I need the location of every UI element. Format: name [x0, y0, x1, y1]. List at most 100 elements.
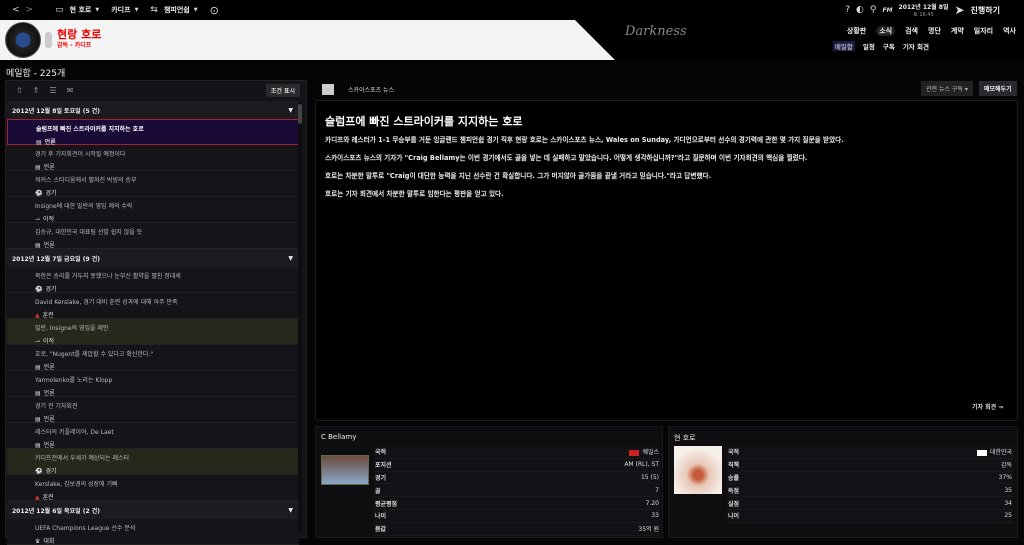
inbox-item[interactable]: 북한은 승리를 거두지 못했으나 눈부신 활약을 펼친 정대세 ⚽ 경기 [7, 267, 299, 293]
club-menu[interactable]: 카디프 [111, 5, 130, 15]
player-panel: C Bellamy 국적 웨일스 포지션 AM (RL), ST 경기 15 (5) 골 7 평… [315, 426, 663, 538]
group-label: 2012년 12월 7일 금요일 (9 건) [12, 255, 100, 263]
inbox-item[interactable]: 밀란, Insigne의 영입을 제안 ⇀ 이적 [7, 319, 299, 345]
globe-icon[interactable]: ◐ [856, 5, 864, 15]
collapse-icon[interactable]: ▼ [288, 507, 293, 514]
inbox-item[interactable]: Yarmolenko를 노리는 Klopp ▤ 언론 [7, 371, 299, 397]
chevron-down-icon[interactable]: ▼ [194, 7, 198, 13]
stat-value: 7.20 [645, 499, 659, 507]
inbox-item[interactable]: 워커스 스타디움에서 펼쳐진 박빙의 승부 ⚽ 경기 [7, 171, 299, 197]
chevron-down-icon[interactable]: ▼ [135, 7, 139, 13]
inbox-item[interactable]: 경기 전 기자회견 ▤ 언론 [7, 397, 299, 423]
inbox-item-title: 호로, "Nugent를 제압할 수 있다고 확신한다." [35, 351, 154, 358]
cone-icon: ▲ [35, 494, 40, 501]
nav-overview[interactable]: 상황판 [847, 26, 866, 36]
transfer-icon: ⇀ [35, 338, 41, 345]
inbox-item[interactable]: 경기 후 기자회견이 시작될 예정이다 ▤ 언론 [7, 145, 299, 171]
nav-jobs[interactable]: 일자리 [974, 26, 993, 36]
scroll-thumb[interactable] [298, 104, 302, 124]
fm-icon[interactable]: FM [882, 7, 892, 14]
inbox-item[interactable]: David Kerslake, 경기 대비 훈련 성과에 대해 아주 만족 ▲ 훈련 [7, 293, 299, 319]
inbox-item[interactable]: 슬럼프에 빠진 스트라이커를 지지하는 호로 ▤ 언론 [7, 119, 299, 146]
chevron-down-icon[interactable]: ▼ [95, 7, 99, 13]
player-stats: 국적 웨일스 포지션 AM (RL), ST 경기 15 (5) 골 7 평균평점 7.20 나이 3… [374, 446, 660, 536]
subscribe-dropdown[interactable]: 관련 뉴스 구독 ▾ [921, 81, 973, 96]
news-article: 슬럼프에 빠진 스트라이커를 지지하는 호로 카디프와 레스터가 1-1 무승부… [315, 100, 1018, 421]
continue-button[interactable]: 진행하기 [971, 5, 1000, 16]
inbox-group-header[interactable]: 2012년 12월 7일 금요일 (9 건) ▼ [7, 249, 299, 267]
double-up-icon[interactable]: ⇑ [33, 86, 40, 95]
nav-search[interactable]: 검색 [905, 26, 918, 36]
group-label: 2012년 12월 6일 목요일 (2 건) [12, 507, 100, 515]
inbox-item-category: 언론 [43, 364, 55, 371]
tab-subscriptions[interactable]: 구독 [883, 41, 895, 51]
stat-label: 직책 [728, 462, 740, 470]
collapse-icon[interactable]: ▼ [288, 255, 293, 262]
inbox-item[interactable]: Insigne에 대한 밀란의 영입 제의 수락 ⇀ 이적 [7, 197, 299, 223]
ball-icon: ⚽ [35, 286, 43, 293]
help-icon[interactable]: ? [845, 5, 850, 15]
inbox-item[interactable]: Kerslake, 김보경의 성장에 기뻐 ▲ 훈련 [7, 475, 299, 501]
stat-row: 평균평점 7.20 [374, 497, 660, 510]
tab-press-conference[interactable]: 기자 회견 [903, 41, 929, 51]
nav-squad[interactable]: 명단 [928, 26, 941, 36]
inbox-item-category: 언론 [44, 139, 56, 146]
stat-value: 감독 [1000, 462, 1012, 470]
inbox-item-title: 김승규, 대한민국 대표팀 선발 쉽지 않을 듯 [35, 229, 143, 236]
newspaper-icon: ▤ [36, 139, 42, 146]
mail-icon[interactable]: ✉ [67, 86, 74, 95]
inbox-group-header[interactable]: 2012년 12월 8일 토요일 (5 건) ▼ [7, 101, 299, 119]
inbox-item[interactable]: UEFA Champions League 선수 분석 ♛ 대회 [7, 519, 299, 545]
nav-contracts[interactable]: 계약 [951, 26, 964, 36]
forward-icon[interactable]: > [26, 5, 34, 15]
player-name[interactable]: C Bellamy [321, 433, 356, 441]
inbox-group-header[interactable]: 2012년 12월 6일 목요일 (2 건) ▼ [7, 501, 299, 519]
stat-row: 포지션 AM (RL), ST [374, 458, 660, 472]
newspaper-icon: ▤ [35, 242, 41, 249]
continue-arrow-icon[interactable]: ➤ [954, 3, 964, 17]
inbox-item-title: 워커스 스타디움에서 펼쳐진 박빙의 승부 [35, 177, 137, 184]
tab-schedule[interactable]: 일정 [863, 41, 875, 51]
press-conference-link[interactable]: 기자 회견 ⇒ [972, 402, 1003, 411]
inbox-item[interactable]: 김승규, 대한민국 대표팀 선발 쉽지 않을 듯 ▤ 언론 [7, 223, 299, 249]
inbox-item-title: Yarmolenko를 노리는 Klopp [35, 377, 113, 384]
inbox-item[interactable]: 카디프전에서 우세가 예상되는 레스터 ⚽ 경기 [7, 449, 299, 475]
stat-label: 국적 [375, 449, 387, 457]
inbox-item-category: 훈련 [42, 494, 54, 501]
chevron-down-icon: ▾ [964, 86, 968, 93]
stat-row: 직책 감독 [727, 458, 1013, 472]
stat-row: 국적 웨일스 [374, 446, 660, 459]
inbox-scrollbar[interactable] [298, 102, 302, 532]
news-paragraph: 호로는 차분한 말투로 "Craig이 대단한 능력을 지닌 선수란 건 확실합… [325, 172, 712, 180]
team-menu[interactable]: 현 호로 [70, 5, 92, 15]
inbox-item-category: 이적 [43, 216, 55, 223]
nav-history[interactable]: 역사 [1003, 26, 1016, 36]
collapse-icon[interactable]: ▼ [288, 107, 293, 114]
news-paragraph: 스카이스포츠 뉴스의 기자가 "Craig Bellamy는 이번 경기에서도 … [325, 154, 808, 162]
inbox-item[interactable]: 레스터의 키플레이어, De Laet ▤ 언론 [7, 423, 299, 449]
back-icon[interactable]: < [12, 5, 20, 15]
memo-button[interactable]: 메모해두기 [979, 81, 1017, 96]
ball-icon: ⚽ [35, 468, 43, 475]
manager-panel-name[interactable]: 현 호로 [674, 433, 696, 443]
manager-panel: 현 호로 국적 대한민국 직책 감독 승률 37% 득점 35 실점 34 나이 25 [668, 426, 1018, 538]
stat-value: 7 [655, 486, 659, 494]
inbox-item-title: 밀란, Insigne의 영입을 제안 [35, 325, 109, 332]
inbox-item-title: David Kerslake, 경기 대비 훈련 성과에 대해 아주 만족 [35, 299, 178, 306]
list-icon[interactable]: ☰ [49, 86, 56, 95]
switch-arrows-icon[interactable] [45, 32, 52, 48]
stat-value[interactable]: 웨일스 [642, 449, 659, 456]
stat-value[interactable]: 대한민국 [990, 449, 1012, 456]
search-icon[interactable]: ⚲ [870, 5, 877, 15]
tab-inbox[interactable]: 메일함 [832, 41, 855, 51]
filter-button[interactable]: 조건 표시 [265, 84, 300, 97]
nav-news[interactable]: 소식 [876, 26, 896, 36]
skin-logo: Darkness [625, 24, 687, 39]
inbox-item[interactable]: 호로, "Nugent를 제압할 수 있다고 확신한다." ▤ 언론 [7, 345, 299, 371]
stat-label: 득점 [728, 487, 740, 495]
arrow-up-icon[interactable]: ⇧ [16, 86, 23, 95]
stat-value: 35억 원 [638, 526, 659, 534]
competition-menu[interactable]: 챔피언쉽 [164, 5, 190, 15]
news-paragraph: 카디프와 레스터가 1-1 무승부를 거둔 잉글랜드 챔피언쉽 경기 직후 현랑… [325, 136, 844, 144]
more-icon[interactable]: ⊙ [210, 4, 219, 17]
